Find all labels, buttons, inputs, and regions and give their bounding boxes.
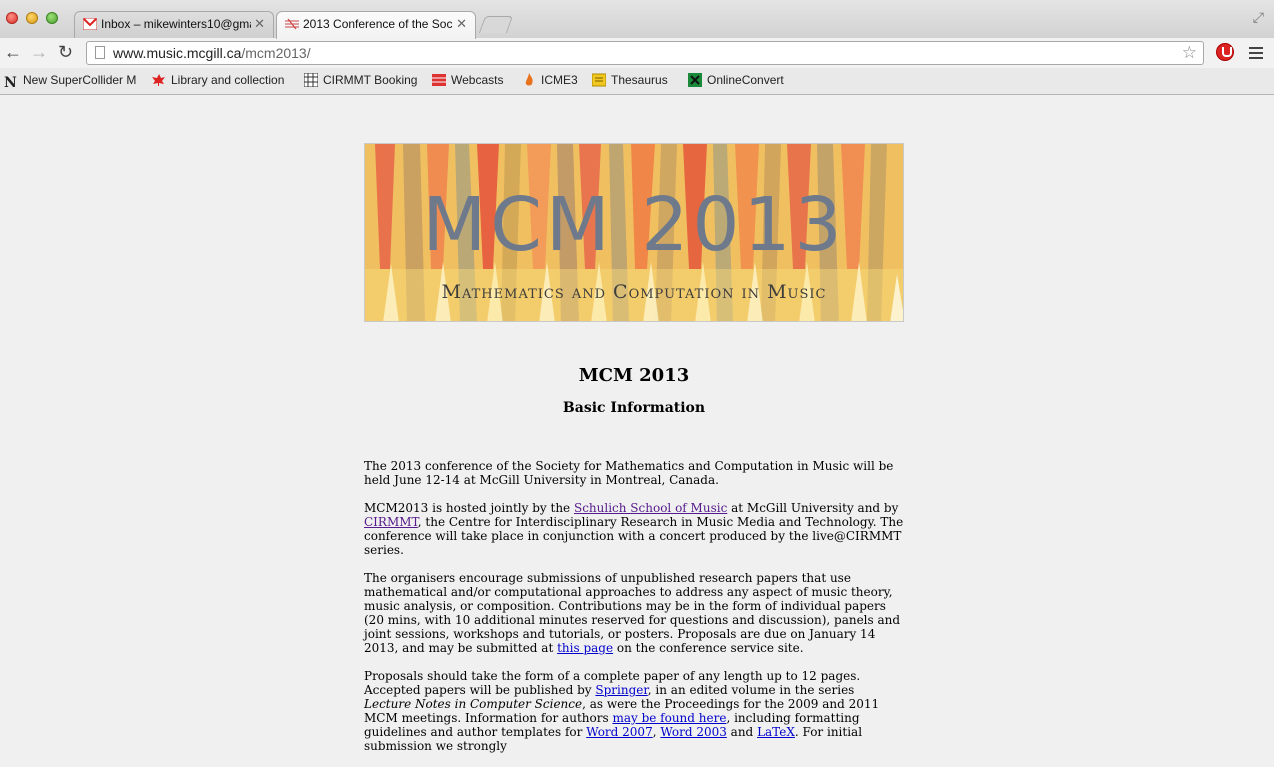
new-tab-button[interactable] [478, 16, 514, 33]
tab-title: Inbox – mikewinters10@gmail.com [101, 17, 251, 31]
forward-arrow-icon[interactable]: → [30, 42, 48, 62]
paragraph-hosts: MCM2013 is hosted jointly by the Schulic… [364, 501, 904, 557]
bookmark-onlineconvert[interactable]: OnlineConvert [688, 73, 798, 87]
bookmark-star-icon[interactable]: ☆ [1182, 43, 1197, 63]
page-content: MCM 2013 Mathematics and Computation in … [0, 95, 1274, 753]
flame-icon [525, 73, 533, 86]
window-minimize-button[interactable] [26, 12, 38, 24]
paragraph-submissions: The organisers encourage submissions of … [364, 571, 901, 655]
tab-close-icon[interactable]: ✕ [456, 16, 467, 32]
menu-icon[interactable] [1249, 44, 1263, 62]
cirmmt-link[interactable]: CIRMMT [364, 515, 418, 529]
bookmark-library[interactable]: Library and collection [152, 73, 286, 87]
word-2007-link[interactable]: Word 2007 [586, 725, 653, 739]
page-icon [95, 46, 105, 59]
authors-info-link[interactable]: may be found here [612, 711, 726, 725]
bookmark-new-supercollider[interactable]: N New SuperCollider M [4, 73, 136, 89]
address-bar[interactable]: www.music.mcgill.ca/mcm2013/ ☆ [86, 41, 1204, 65]
bookmark-webcasts[interactable]: Webcasts [432, 73, 512, 87]
n-logo-icon: N [4, 75, 17, 89]
page-title: MCM 2013 [578, 365, 690, 386]
latex-link[interactable]: LaTeX [757, 725, 795, 739]
banner-subtitle: Mathematics and Computation in Music [441, 281, 827, 303]
maple-leaf-icon [152, 74, 165, 86]
paragraph-intro: The 2013 conference of the Society for M… [364, 459, 894, 487]
reload-icon[interactable]: ↻ [58, 42, 73, 62]
thesaurus-icon [592, 73, 606, 87]
tab-inbox[interactable]: Inbox – mikewinters10@gmail.com ✕ [74, 11, 274, 38]
tab-strip: Inbox – mikewinters10@gmail.com ✕ 2013 C… [0, 0, 1274, 39]
adblock-icon[interactable] [1216, 43, 1234, 61]
bookmarks-bar: N New SuperCollider M Library and collect… [0, 68, 1274, 95]
window-zoom-button[interactable] [46, 12, 58, 24]
url-text[interactable]: www.music.mcgill.ca/mcm2013/ [113, 45, 311, 61]
toolbar: ← → ↻ www.music.mcgill.ca/mcm2013/ ☆ [0, 38, 1274, 68]
article-body: The 2013 conference of the Society for M… [364, 459, 904, 767]
schulich-link[interactable]: Schulich School of Music [574, 501, 727, 515]
grid-icon [304, 73, 318, 87]
word-2003-link[interactable]: Word 2003 [660, 725, 727, 739]
page-subtitle: Basic Information [562, 400, 706, 416]
banner-title: MCM 2013 [422, 182, 846, 268]
springer-link[interactable]: Springer [595, 683, 647, 697]
mcm2013-banner: MCM 2013 Mathematics and Computation in … [364, 143, 904, 322]
bookmark-cirmmt-booking[interactable]: CIRMMT Booking [304, 73, 422, 87]
tab-close-icon[interactable]: ✕ [254, 16, 265, 32]
tab-mcm2013[interactable]: 2013 Conference of the Society ✕ [276, 11, 476, 39]
paragraph-proposals: Proposals should take the form of a comp… [364, 669, 880, 753]
bookmark-icme3[interactable]: ICME3 [522, 73, 582, 87]
gmail-icon [83, 18, 97, 30]
webcast-icon [432, 74, 446, 86]
fullscreen-icon[interactable]: ⤢ [1253, 9, 1264, 26]
tab-title: 2013 Conference of the Society [303, 17, 453, 31]
this-page-link[interactable]: this page [557, 641, 613, 655]
music-staff-icon [285, 18, 299, 30]
convert-icon [688, 73, 702, 87]
bookmark-thesaurus[interactable]: Thesaurus [592, 73, 676, 87]
back-arrow-icon[interactable]: ← [4, 42, 22, 62]
window-close-button[interactable] [6, 12, 18, 24]
